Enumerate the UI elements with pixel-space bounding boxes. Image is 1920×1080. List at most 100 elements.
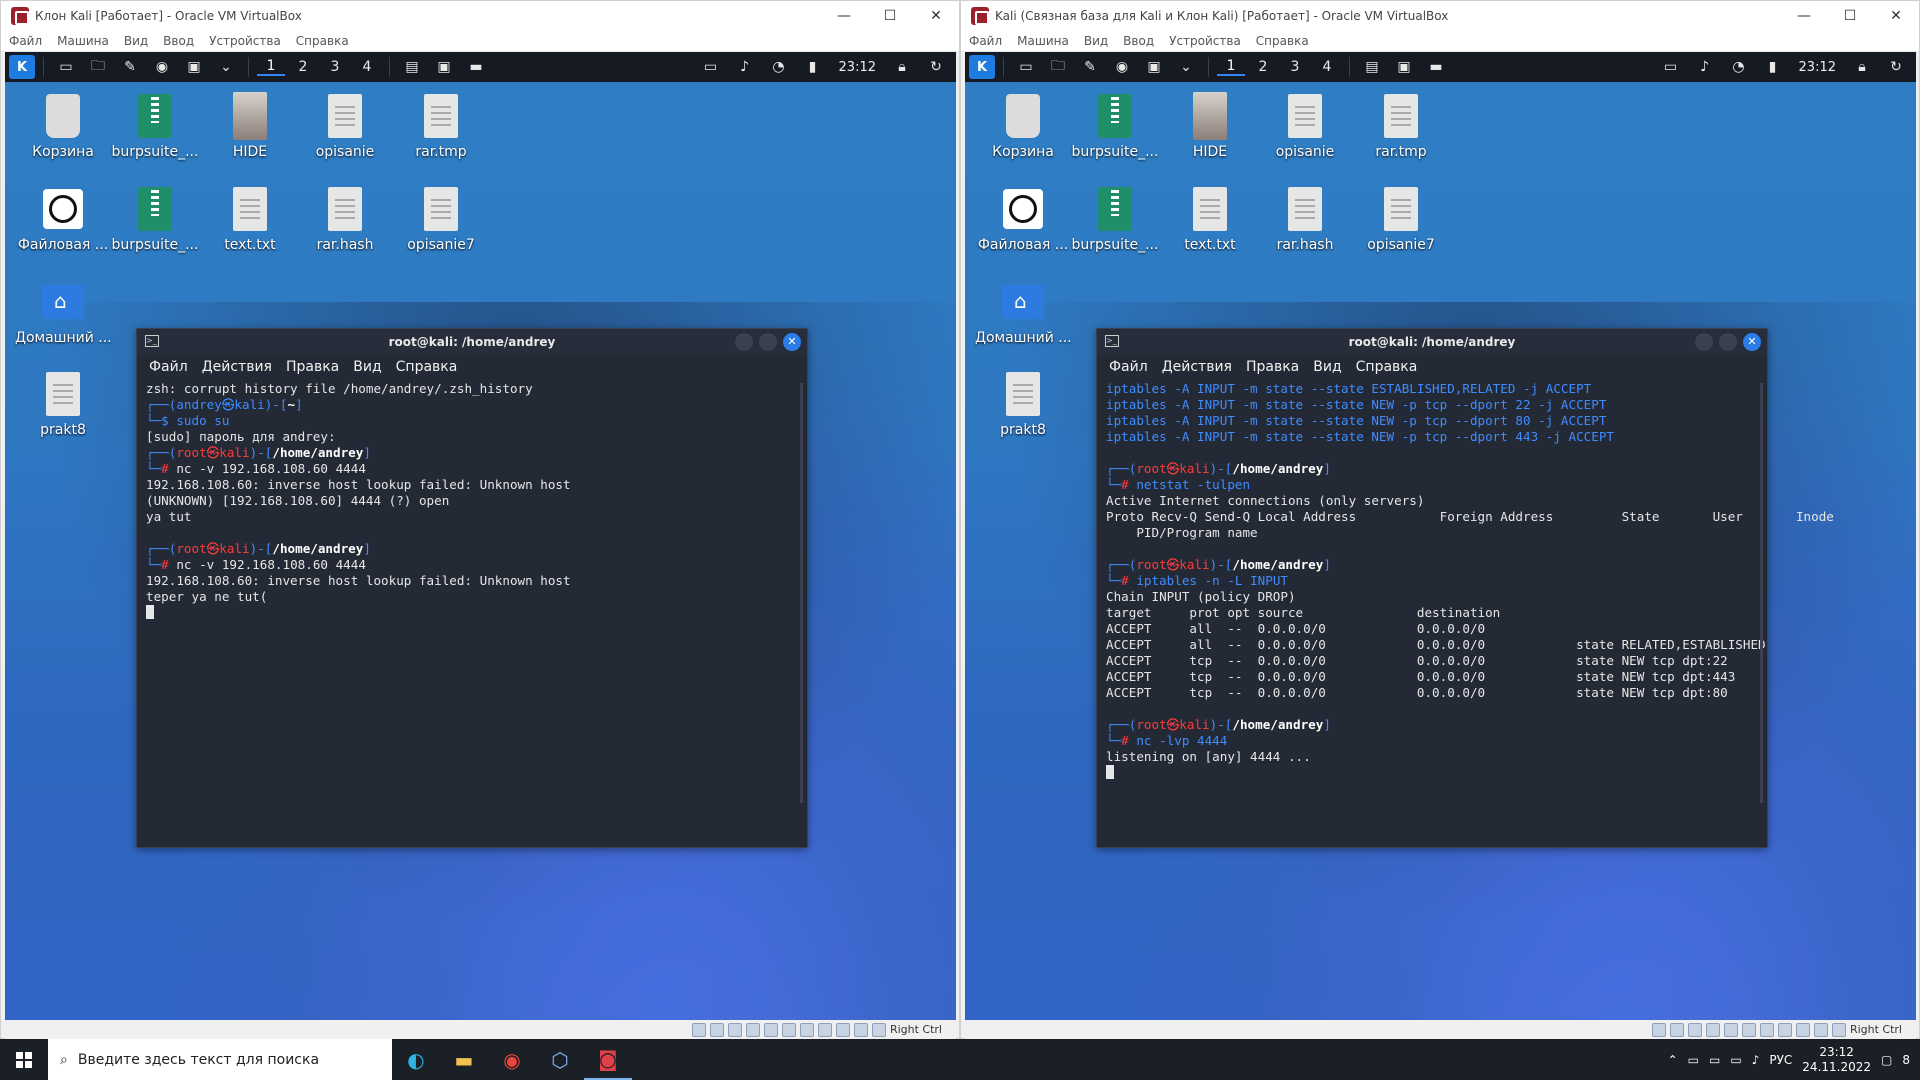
text-editor-icon[interactable]: ✎ (116, 54, 144, 80)
terminal-scrollbar[interactable] (1760, 383, 1763, 803)
workspace-3[interactable]: 3 (1281, 59, 1309, 75)
desktop-icon-text-txt[interactable]: text.txt (1162, 185, 1258, 253)
file-manager-icon[interactable]: 🗀 (84, 54, 112, 80)
virtualbox-cube-icon[interactable]: ⬡ (536, 1039, 584, 1080)
terminal-close-button[interactable]: ✕ (783, 333, 801, 351)
display-icon[interactable]: ▭ (1709, 1053, 1720, 1067)
start-button[interactable] (0, 1039, 48, 1080)
mouse-integration-icon[interactable] (853, 1022, 868, 1037)
desktop-icon-filesystem[interactable]: Файловая ... (975, 185, 1071, 253)
terminal-menu-file[interactable]: Файл (1109, 359, 1148, 375)
panel-clock[interactable]: 23:12 (839, 60, 876, 75)
workspace-1[interactable]: 1 (1217, 58, 1245, 76)
menu-file[interactable]: Файл (969, 34, 1002, 48)
desktop-icon-burpsuite[interactable]: burpsuite_... (1067, 92, 1163, 160)
kali-menu-icon[interactable]: K (969, 55, 995, 79)
battery-icon[interactable]: ▭ (1730, 1053, 1741, 1067)
lock-icon[interactable]: 🔒︎ (888, 54, 916, 80)
terminal-titlebar[interactable]: >_ root@kali: /home/andrey ✕ (1097, 329, 1767, 355)
task-terminal-icon[interactable]: ▣ (1390, 54, 1418, 80)
maximize-button[interactable]: ☐ (1827, 1, 1873, 31)
terminal-output[interactable]: zsh: corrupt history file /home/andrey/.… (137, 379, 807, 623)
terminal-menu-actions[interactable]: Действия (202, 359, 272, 375)
display-status-icon[interactable] (1759, 1022, 1774, 1037)
virtualbox-window-right[interactable]: Kali (Связная база для Kali и Клон Kali)… (960, 0, 1920, 1039)
terminal-menu-help[interactable]: Справка (396, 359, 458, 375)
volume-icon[interactable]: ♪ (1752, 1053, 1760, 1067)
vm-screen[interactable]: K ▭ 🗀 ✎ ◉ ▣ ⌄ 1 2 3 4 ▤ ▣ ▬ ▭ ♪ ◔ ▮ 23:1… (5, 52, 956, 1020)
lock-icon[interactable]: 🔒︎ (1848, 54, 1876, 80)
terminal-launcher-icon[interactable]: ▣ (1140, 54, 1168, 80)
desktop-icon-opisanie7[interactable]: opisanie7 (393, 185, 489, 253)
taskbar-search[interactable]: ⌕ Введите здесь текст для поиска (48, 1039, 392, 1080)
network-icon[interactable]: ▭ (1688, 1053, 1699, 1067)
display-icon[interactable]: ▭ (1657, 54, 1685, 80)
window-titlebar[interactable]: Kali (Связная база для Kali и Клон Kali)… (961, 1, 1919, 31)
cpu-status-icon[interactable] (1795, 1022, 1810, 1037)
shared-folder-status-icon[interactable] (781, 1022, 796, 1037)
workspace-2[interactable]: 2 (1249, 59, 1277, 75)
virtualbox-window-left[interactable]: Клон Kali [Работает] - Oracle VM Virtual… (0, 0, 960, 1039)
keyboard-capture-icon[interactable] (871, 1022, 886, 1037)
mouse-integration-icon[interactable] (1813, 1022, 1828, 1037)
menu-file[interactable]: Файл (9, 34, 42, 48)
file-explorer-icon[interactable]: ▬ (440, 1039, 488, 1080)
window-titlebar[interactable]: Клон Kali [Работает] - Oracle VM Virtual… (1, 1, 959, 31)
terminal-maximize-button[interactable] (759, 333, 777, 351)
desktop-icon-opisanie7[interactable]: opisanie7 (1353, 185, 1449, 253)
optical-status-icon[interactable] (1669, 1022, 1684, 1037)
desktop-icon-hide[interactable]: HIDE (1162, 92, 1258, 160)
menu-view[interactable]: Вид (1084, 34, 1108, 48)
show-desktop-icon[interactable]: ▭ (52, 54, 80, 80)
desktop-icon-text-txt[interactable]: text.txt (202, 185, 298, 253)
task-terminal-icon[interactable]: ▣ (430, 54, 458, 80)
network-status-icon[interactable] (745, 1022, 760, 1037)
notification-center-icon[interactable]: ▢ (1881, 1053, 1892, 1067)
terminal-minimize-button[interactable] (1695, 333, 1713, 351)
taskbar-clock[interactable]: 23:12 24.11.2022 (1802, 1045, 1871, 1075)
show-desktop-icon[interactable]: ▭ (1012, 54, 1040, 80)
terminal-menu-file[interactable]: Файл (149, 359, 188, 375)
edge-icon[interactable]: ◐ (392, 1039, 440, 1080)
task-doc-icon[interactable]: ▤ (398, 54, 426, 80)
audio-status-icon[interactable] (727, 1022, 742, 1037)
workspace-1[interactable]: 1 (257, 58, 285, 76)
menu-view[interactable]: Вид (124, 34, 148, 48)
menu-input[interactable]: Ввод (163, 34, 194, 48)
menu-devices[interactable]: Устройства (209, 34, 281, 48)
firefox-icon[interactable]: ◉ (1108, 54, 1136, 80)
recording-status-icon[interactable] (1777, 1022, 1792, 1037)
volume-icon[interactable]: ♪ (731, 54, 759, 80)
volume-icon[interactable]: ♪ (1691, 54, 1719, 80)
chevron-down-icon[interactable]: ⌄ (212, 54, 240, 80)
terminal-menu-edit[interactable]: Правка (1246, 359, 1299, 375)
firefox-icon[interactable]: ◉ (148, 54, 176, 80)
keyboard-capture-icon[interactable] (1831, 1022, 1846, 1037)
desktop-icon-burpsuite-2[interactable]: burpsuite_... (107, 185, 203, 253)
desktop-icon-rar-hash[interactable]: rar.hash (297, 185, 393, 253)
menu-machine[interactable]: Машина (57, 34, 109, 48)
desktop-icon-rar-tmp[interactable]: rar.tmp (393, 92, 489, 160)
desktop-icon-rar-tmp[interactable]: rar.tmp (1353, 92, 1449, 160)
desktop-icon-home[interactable]: Домашний ... (975, 278, 1072, 346)
workspace-4[interactable]: 4 (1313, 59, 1341, 75)
maximize-button[interactable]: ☐ (867, 1, 913, 31)
desktop-icon-home[interactable]: Домашний ... (15, 278, 112, 346)
desktop-icon-opisanie[interactable]: opisanie (297, 92, 393, 160)
network-status-icon[interactable] (1705, 1022, 1720, 1037)
power-refresh-icon[interactable]: ↻ (922, 54, 950, 80)
minimize-button[interactable]: — (821, 1, 867, 31)
usb-status-icon[interactable] (1723, 1022, 1738, 1037)
task-window-icon[interactable]: ▬ (1422, 54, 1450, 80)
terminal-maximize-button[interactable] (1719, 333, 1737, 351)
terminal-output[interactable]: iptables -A INPUT -m state --state ESTAB… (1097, 379, 1834, 783)
hdd-status-icon[interactable] (691, 1022, 706, 1037)
desktop-icon-burpsuite-2[interactable]: burpsuite_... (1067, 185, 1163, 253)
minimize-button[interactable]: — (1781, 1, 1827, 31)
terminal-menu-help[interactable]: Справка (1356, 359, 1418, 375)
virtualbox-vm-icon[interactable]: ◙ (584, 1039, 632, 1080)
task-window-icon[interactable]: ▬ (462, 54, 490, 80)
terminal-close-button[interactable]: ✕ (1743, 333, 1761, 351)
optical-status-icon[interactable] (709, 1022, 724, 1037)
terminal-launcher-icon[interactable]: ▣ (180, 54, 208, 80)
